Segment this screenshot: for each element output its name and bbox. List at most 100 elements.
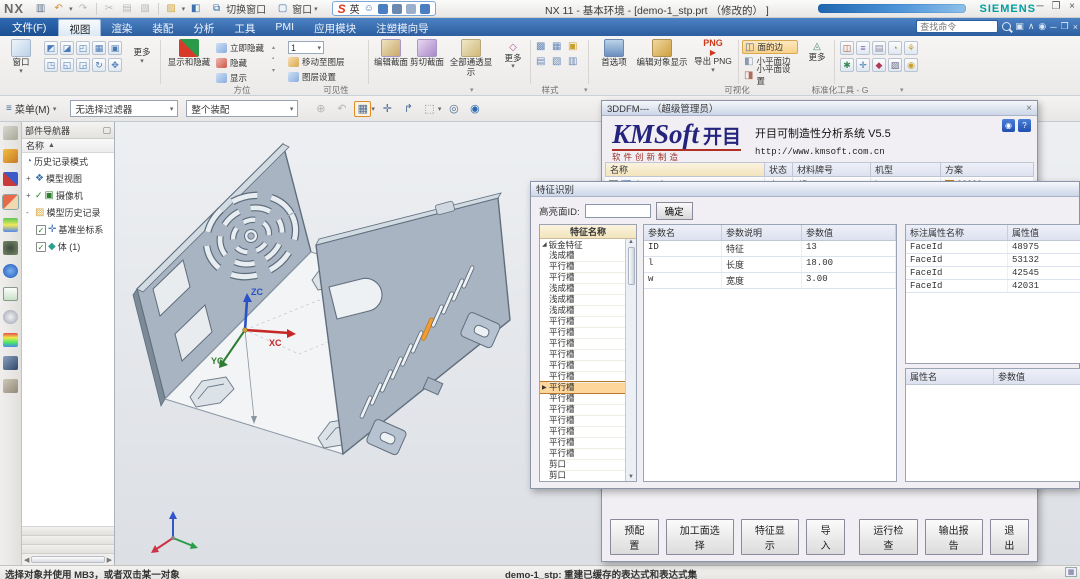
- undo-caret-icon[interactable]: ▾: [69, 5, 73, 13]
- ribbon-tab[interactable]: PMI: [265, 19, 304, 36]
- parameter-row[interactable]: l长度18.00: [644, 257, 896, 273]
- parameter-row[interactable]: ID特征13: [644, 241, 896, 257]
- immediate-hide-button[interactable]: 立即隐藏: [216, 40, 264, 55]
- orientation-more-button[interactable]: 更多▾: [128, 48, 156, 66]
- dfm-help-icon[interactable]: ?: [1018, 119, 1031, 132]
- col-machine[interactable]: 机型: [871, 162, 941, 177]
- constraint-navigator-icon[interactable]: [3, 172, 18, 186]
- process-studio-icon[interactable]: [3, 356, 18, 370]
- command-search-input[interactable]: [916, 20, 998, 33]
- left-view-icon[interactable]: ◱: [60, 58, 74, 72]
- shaded-style-icon[interactable]: ▩: [536, 41, 551, 55]
- ribbon-tab[interactable]: 注塑模向导: [366, 19, 439, 36]
- close-button[interactable]: ×: [1066, 1, 1078, 12]
- group-dialog-ca[interactable]: ▾: [470, 86, 474, 94]
- color-palette-icon[interactable]: [3, 333, 18, 347]
- ribbon-tab[interactable]: 装配: [142, 19, 183, 36]
- work-layer-combo[interactable]: 1▾: [288, 41, 324, 54]
- ribbon-tab[interactable]: 工具: [224, 19, 265, 36]
- scroll-down-icon[interactable]: ▼: [628, 474, 634, 480]
- gallery-mid-icon[interactable]: ▪: [272, 56, 275, 62]
- paste-icon[interactable]: ▧: [138, 2, 153, 15]
- fit-view-icon[interactable]: ▦: [92, 41, 106, 55]
- std-tool-icon-8[interactable]: ◆: [872, 58, 886, 72]
- navigator-tree-item[interactable]: ✓ 基准坐标系: [22, 221, 114, 238]
- dfm-close-icon[interactable]: ×: [1026, 103, 1032, 114]
- scroll-right-icon[interactable]: ▶: [107, 556, 112, 564]
- dfm-action-button[interactable]: 特征显示: [741, 519, 799, 555]
- top-view-icon[interactable]: ◰: [76, 41, 90, 55]
- ribbon-tab[interactable]: 渲染: [101, 19, 142, 36]
- touch-tool-icon[interactable]: [3, 379, 18, 393]
- std-tool-icon-6[interactable]: ✱: [840, 58, 854, 72]
- pan-view-icon[interactable]: ✥: [108, 58, 122, 72]
- snap-enabled-icon[interactable]: ▦: [354, 101, 371, 117]
- rotate-view-icon[interactable]: ↻: [92, 58, 106, 72]
- snap-point-icon[interactable]: ⊕: [312, 101, 329, 117]
- hd3d-tools-icon[interactable]: [3, 241, 18, 255]
- save-icon[interactable]: ▥: [33, 2, 48, 15]
- navigator-tree-item[interactable]: + ✓ 摄像机: [22, 187, 114, 204]
- trimetric-view-icon[interactable]: ◩: [44, 41, 58, 55]
- std-tool-icon-1[interactable]: ◫: [840, 41, 854, 55]
- std-tool-icon-7[interactable]: ✛: [856, 58, 870, 72]
- switch-window-button[interactable]: ⧉ 切换窗口: [206, 1, 269, 16]
- grid-icon[interactable]: [420, 4, 430, 14]
- ribbon-tab[interactable]: 分析: [183, 19, 224, 36]
- ime-lang-label[interactable]: 英: [350, 1, 360, 16]
- keyboard-icon[interactable]: [392, 4, 402, 14]
- wireframe-style-icon[interactable]: ▦: [552, 41, 567, 55]
- isometric-view-icon[interactable]: ◪: [60, 41, 74, 55]
- edit-object-display-button[interactable]: 编辑对象显示: [636, 39, 688, 68]
- studio-style-icon[interactable]: ▣: [568, 41, 583, 55]
- assembly-navigator-icon[interactable]: [3, 149, 18, 163]
- scroll-left-icon[interactable]: ◀: [24, 556, 29, 564]
- redo-icon[interactable]: ↷: [76, 2, 91, 15]
- ime-toolbar[interactable]: S 英 ☺: [332, 1, 436, 16]
- open-folder-icon[interactable]: ▨: [164, 2, 179, 15]
- clip-section-button[interactable]: 剪切截面: [410, 39, 444, 68]
- attr-row[interactable]: FaceId48975: [906, 241, 1080, 254]
- std-tool-icon-5[interactable]: ⚘: [904, 41, 918, 55]
- rect-select-icon[interactable]: ⬚: [421, 101, 438, 117]
- navigator-tree-item[interactable]: ✓ 体 (1): [22, 238, 114, 255]
- edit-section-button[interactable]: 编辑截面: [374, 39, 408, 68]
- selection-scope-combo[interactable]: 整个装配▾: [186, 100, 298, 117]
- std-tool-icon-9[interactable]: ▨: [888, 58, 902, 72]
- dfm-action-button[interactable]: 输出报告: [925, 519, 983, 555]
- ribbon-tab[interactable]: 视图: [58, 19, 101, 36]
- param-col-desc[interactable]: 参数说明: [722, 225, 802, 240]
- translucent-style-icon[interactable]: ▥: [568, 56, 583, 70]
- dfm-action-button[interactable]: 预配置: [610, 519, 659, 555]
- group-dialog-cb[interactable]: ▾: [584, 86, 588, 94]
- attr2-col-name[interactable]: 属性名: [906, 369, 994, 384]
- feature-dialog-titlebar[interactable]: 特征识别: [531, 182, 1079, 197]
- col-name[interactable]: 名称: [605, 162, 765, 177]
- doc-restore-button[interactable]: ❐: [1061, 21, 1069, 32]
- minimize-ribbon-icon[interactable]: ∧: [1028, 21, 1035, 32]
- checkbox-icon[interactable]: ✓: [36, 225, 46, 235]
- navigator-hscrollbar[interactable]: ◀ ▶: [22, 554, 114, 565]
- std-tool-icon-10[interactable]: ◉: [904, 58, 918, 72]
- dfm-dialog-titlebar[interactable]: 3DDFM--- （超级管理员） ×: [602, 101, 1037, 116]
- attr-row[interactable]: FaceId42545: [906, 267, 1080, 280]
- navigator-tree-item[interactable]: + 模型视图: [22, 170, 114, 187]
- vscroll-thumb[interactable]: [628, 247, 635, 285]
- ball-icon[interactable]: ◉: [466, 101, 483, 117]
- restore-button[interactable]: ❐: [1050, 1, 1062, 12]
- dfm-action-button[interactable]: 退出: [990, 519, 1029, 555]
- navigator-collapsed-panes[interactable]: ◀ ▶: [22, 526, 114, 565]
- zoom-view-icon[interactable]: ▣: [108, 41, 122, 55]
- face-edges-button[interactable]: ◫ 面的边: [742, 40, 798, 54]
- visualization-more-button[interactable]: ◬ 更多: [804, 41, 830, 62]
- param-col-value[interactable]: 参数值: [802, 225, 896, 240]
- mic-icon[interactable]: [378, 4, 388, 14]
- ribbon-tab[interactable]: 应用模块: [304, 19, 366, 36]
- show-through-button[interactable]: 全部通透显示: [446, 39, 496, 78]
- front-view-icon[interactable]: ◳: [44, 58, 58, 72]
- status-grid-icon[interactable]: ▦: [1065, 567, 1077, 577]
- preferences-button[interactable]: 首选项: [595, 39, 633, 68]
- reuse-library-icon[interactable]: [3, 218, 18, 232]
- part-navigator-icon[interactable]: [3, 195, 18, 209]
- hscroll-thumb[interactable]: [31, 556, 104, 563]
